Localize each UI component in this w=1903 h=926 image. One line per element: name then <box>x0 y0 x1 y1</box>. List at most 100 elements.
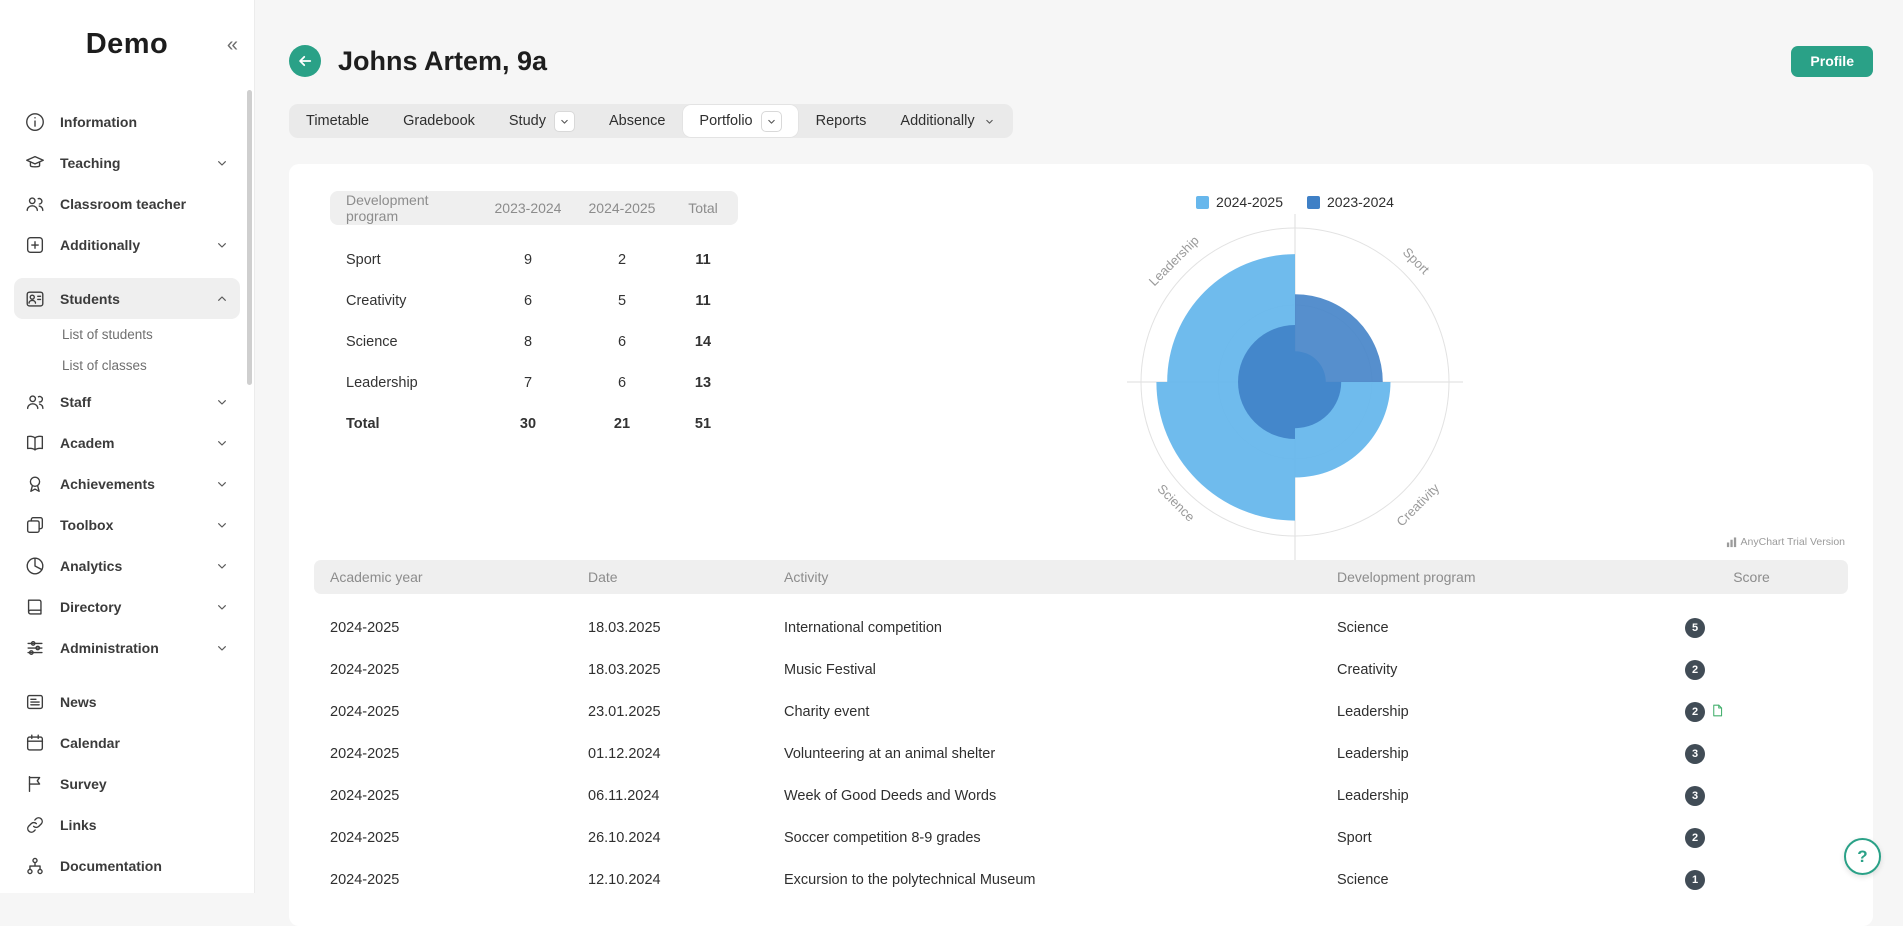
chevron-down-icon <box>214 517 230 533</box>
summary-row: Leadership 7 6 13 <box>330 362 738 403</box>
page-title: Johns Artem, 9a <box>338 46 547 77</box>
tab-label: Portfolio <box>699 113 752 129</box>
chevron-down-icon <box>761 111 782 132</box>
table-row[interactable]: 2024-2025 12.10.2024 Excursion to the po… <box>314 859 1848 901</box>
tab-portfolio-select[interactable]: Portfolio <box>682 104 798 138</box>
table-row[interactable]: 2024-2025 18.03.2025 Music Festival Crea… <box>314 649 1848 691</box>
tab-gradebook[interactable]: Gradebook <box>386 104 492 138</box>
sidebar-scrollbar[interactable] <box>247 90 252 385</box>
medal-icon <box>24 473 46 495</box>
sidebar-item-label: Links <box>60 817 97 833</box>
col-development-program: Development program <box>330 192 480 224</box>
sidebar-item-directory[interactable]: Directory <box>14 586 240 627</box>
sidebar-item-information[interactable]: Information <box>14 101 240 142</box>
table-row[interactable]: 2024-2025 06.11.2024 Week of Good Deeds … <box>314 775 1848 817</box>
watermark-label: AnyChart Trial Version <box>1741 536 1845 548</box>
calendar-icon <box>24 732 46 754</box>
sidebar-item-administration[interactable]: Administration <box>14 627 240 668</box>
tab-reports[interactable]: Reports <box>799 104 884 138</box>
legend-item-2023-2024[interactable]: 2023-2024 <box>1307 194 1394 210</box>
legend-swatch <box>1307 196 1320 209</box>
summary-row: Sport 9 2 11 <box>330 239 738 280</box>
sidebar-item-label: Analytics <box>60 558 122 574</box>
sidebar-item-label: Staff <box>60 394 91 410</box>
tab-absence[interactable]: Absence <box>592 104 682 138</box>
sidebar-item-toolbox[interactable]: Toolbox <box>14 504 240 545</box>
sidebar-item-academ[interactable]: Academ <box>14 422 240 463</box>
col-2023-2024: 2023-2024 <box>480 200 576 216</box>
directory-icon <box>24 596 46 618</box>
col-date: Date <box>574 569 770 585</box>
sidebar-collapse-icon[interactable]: « <box>227 34 238 57</box>
sidebar-item-label: Toolbox <box>60 517 113 533</box>
chevron-down-icon <box>214 435 230 451</box>
portfolio-card: Development program 2023-2024 2024-2025 … <box>289 164 1873 926</box>
col-development-program: Development program <box>1323 569 1655 585</box>
sidebar-subitem-list-of-classes[interactable]: List of classes <box>14 350 240 381</box>
tab-label: Timetable <box>306 113 369 129</box>
chart-legend: 2024-2025 2023-2024 <box>1055 194 1535 210</box>
legend-swatch <box>1196 196 1209 209</box>
summary-row: Creativity 6 5 11 <box>330 280 738 321</box>
sidebar-item-analytics[interactable]: Analytics <box>14 545 240 586</box>
sidebar-item-label: Survey <box>60 776 107 792</box>
sidebar-item-label: Academ <box>60 435 114 451</box>
sidebar-item-documentation[interactable]: Documentation <box>14 845 240 886</box>
chevron-down-icon <box>554 111 575 132</box>
chevron-down-icon <box>214 155 230 171</box>
sidebar-item-label: Administration <box>60 640 159 656</box>
staff-icon <box>24 391 46 413</box>
sidebar-item-classroom-teacher[interactable]: Classroom teacher <box>14 183 240 224</box>
polar-chart-svg: SportCreativityScienceLeadership <box>1055 212 1535 568</box>
sidebar-item-label: Classroom teacher <box>60 196 186 212</box>
sidebar-item-calendar[interactable]: Calendar <box>14 722 240 763</box>
teaching-icon <box>24 152 46 174</box>
sidebar-item-achievements[interactable]: Achievements <box>14 463 240 504</box>
chevron-down-icon <box>214 237 230 253</box>
tab-additionally[interactable]: Additionally <box>883 104 1012 138</box>
book-icon <box>24 432 46 454</box>
chevron-down-icon <box>983 115 996 128</box>
activities-table-header: Academic year Date Activity Development … <box>314 560 1848 594</box>
sidebar-item-survey[interactable]: Survey <box>14 763 240 804</box>
plus-square-icon <box>24 234 46 256</box>
score-badge: 2 <box>1685 702 1705 722</box>
table-row[interactable]: 2024-2025 26.10.2024 Soccer competition … <box>314 817 1848 859</box>
tab-study-select[interactable]: Study <box>492 104 592 138</box>
anychart-watermark[interactable]: AnyChart Trial Version <box>1726 536 1845 548</box>
sidebar-item-links[interactable]: Links <box>14 804 240 845</box>
app-logo: Demo <box>86 28 169 60</box>
toolbox-icon <box>24 514 46 536</box>
classroom-teacher-icon <box>24 193 46 215</box>
score-badge: 3 <box>1685 786 1705 806</box>
back-button[interactable] <box>289 45 321 77</box>
summary-row: Science 8 6 14 <box>330 321 738 362</box>
activities-table: Academic year Date Activity Development … <box>314 560 1848 901</box>
summary-total-row: Total 30 21 51 <box>330 403 738 444</box>
sidebar-item-teaching[interactable]: Teaching <box>14 142 240 183</box>
table-row[interactable]: 2024-2025 18.03.2025 International compe… <box>314 607 1848 649</box>
chevron-down-icon <box>214 599 230 615</box>
sidebar-item-label: Teaching <box>60 155 120 171</box>
page-header: Johns Artem, 9a Profile <box>289 45 1873 77</box>
legend-item-2024-2025[interactable]: 2024-2025 <box>1196 194 1283 210</box>
sidebar-item-additionally[interactable]: Additionally <box>14 224 240 265</box>
sidebar-item-news[interactable]: News <box>14 681 240 722</box>
col-activity: Activity <box>770 569 1323 585</box>
tab-timetable[interactable]: Timetable <box>289 104 386 138</box>
flag-icon <box>24 773 46 795</box>
link-icon <box>24 814 46 836</box>
chevron-down-icon <box>214 558 230 574</box>
sidebar-item-students[interactable]: Students <box>14 278 240 319</box>
table-row[interactable]: 2024-2025 23.01.2025 Charity event Leade… <box>314 691 1848 733</box>
sidebar-subitem-list-of-students[interactable]: List of students <box>14 319 240 350</box>
attachment-file-icon[interactable] <box>1710 703 1725 722</box>
sidebar-item-staff[interactable]: Staff <box>14 381 240 422</box>
profile-button[interactable]: Profile <box>1791 46 1873 77</box>
arrow-left-icon <box>296 52 314 70</box>
table-row[interactable]: 2024-2025 01.12.2024 Volunteering at an … <box>314 733 1848 775</box>
polar-chart: SportCreativityScienceLeadership <box>1055 212 1535 568</box>
summary-table-header: Development program 2023-2024 2024-2025 … <box>330 191 738 225</box>
chevron-up-icon <box>214 291 230 307</box>
help-button[interactable]: ? <box>1844 838 1881 875</box>
